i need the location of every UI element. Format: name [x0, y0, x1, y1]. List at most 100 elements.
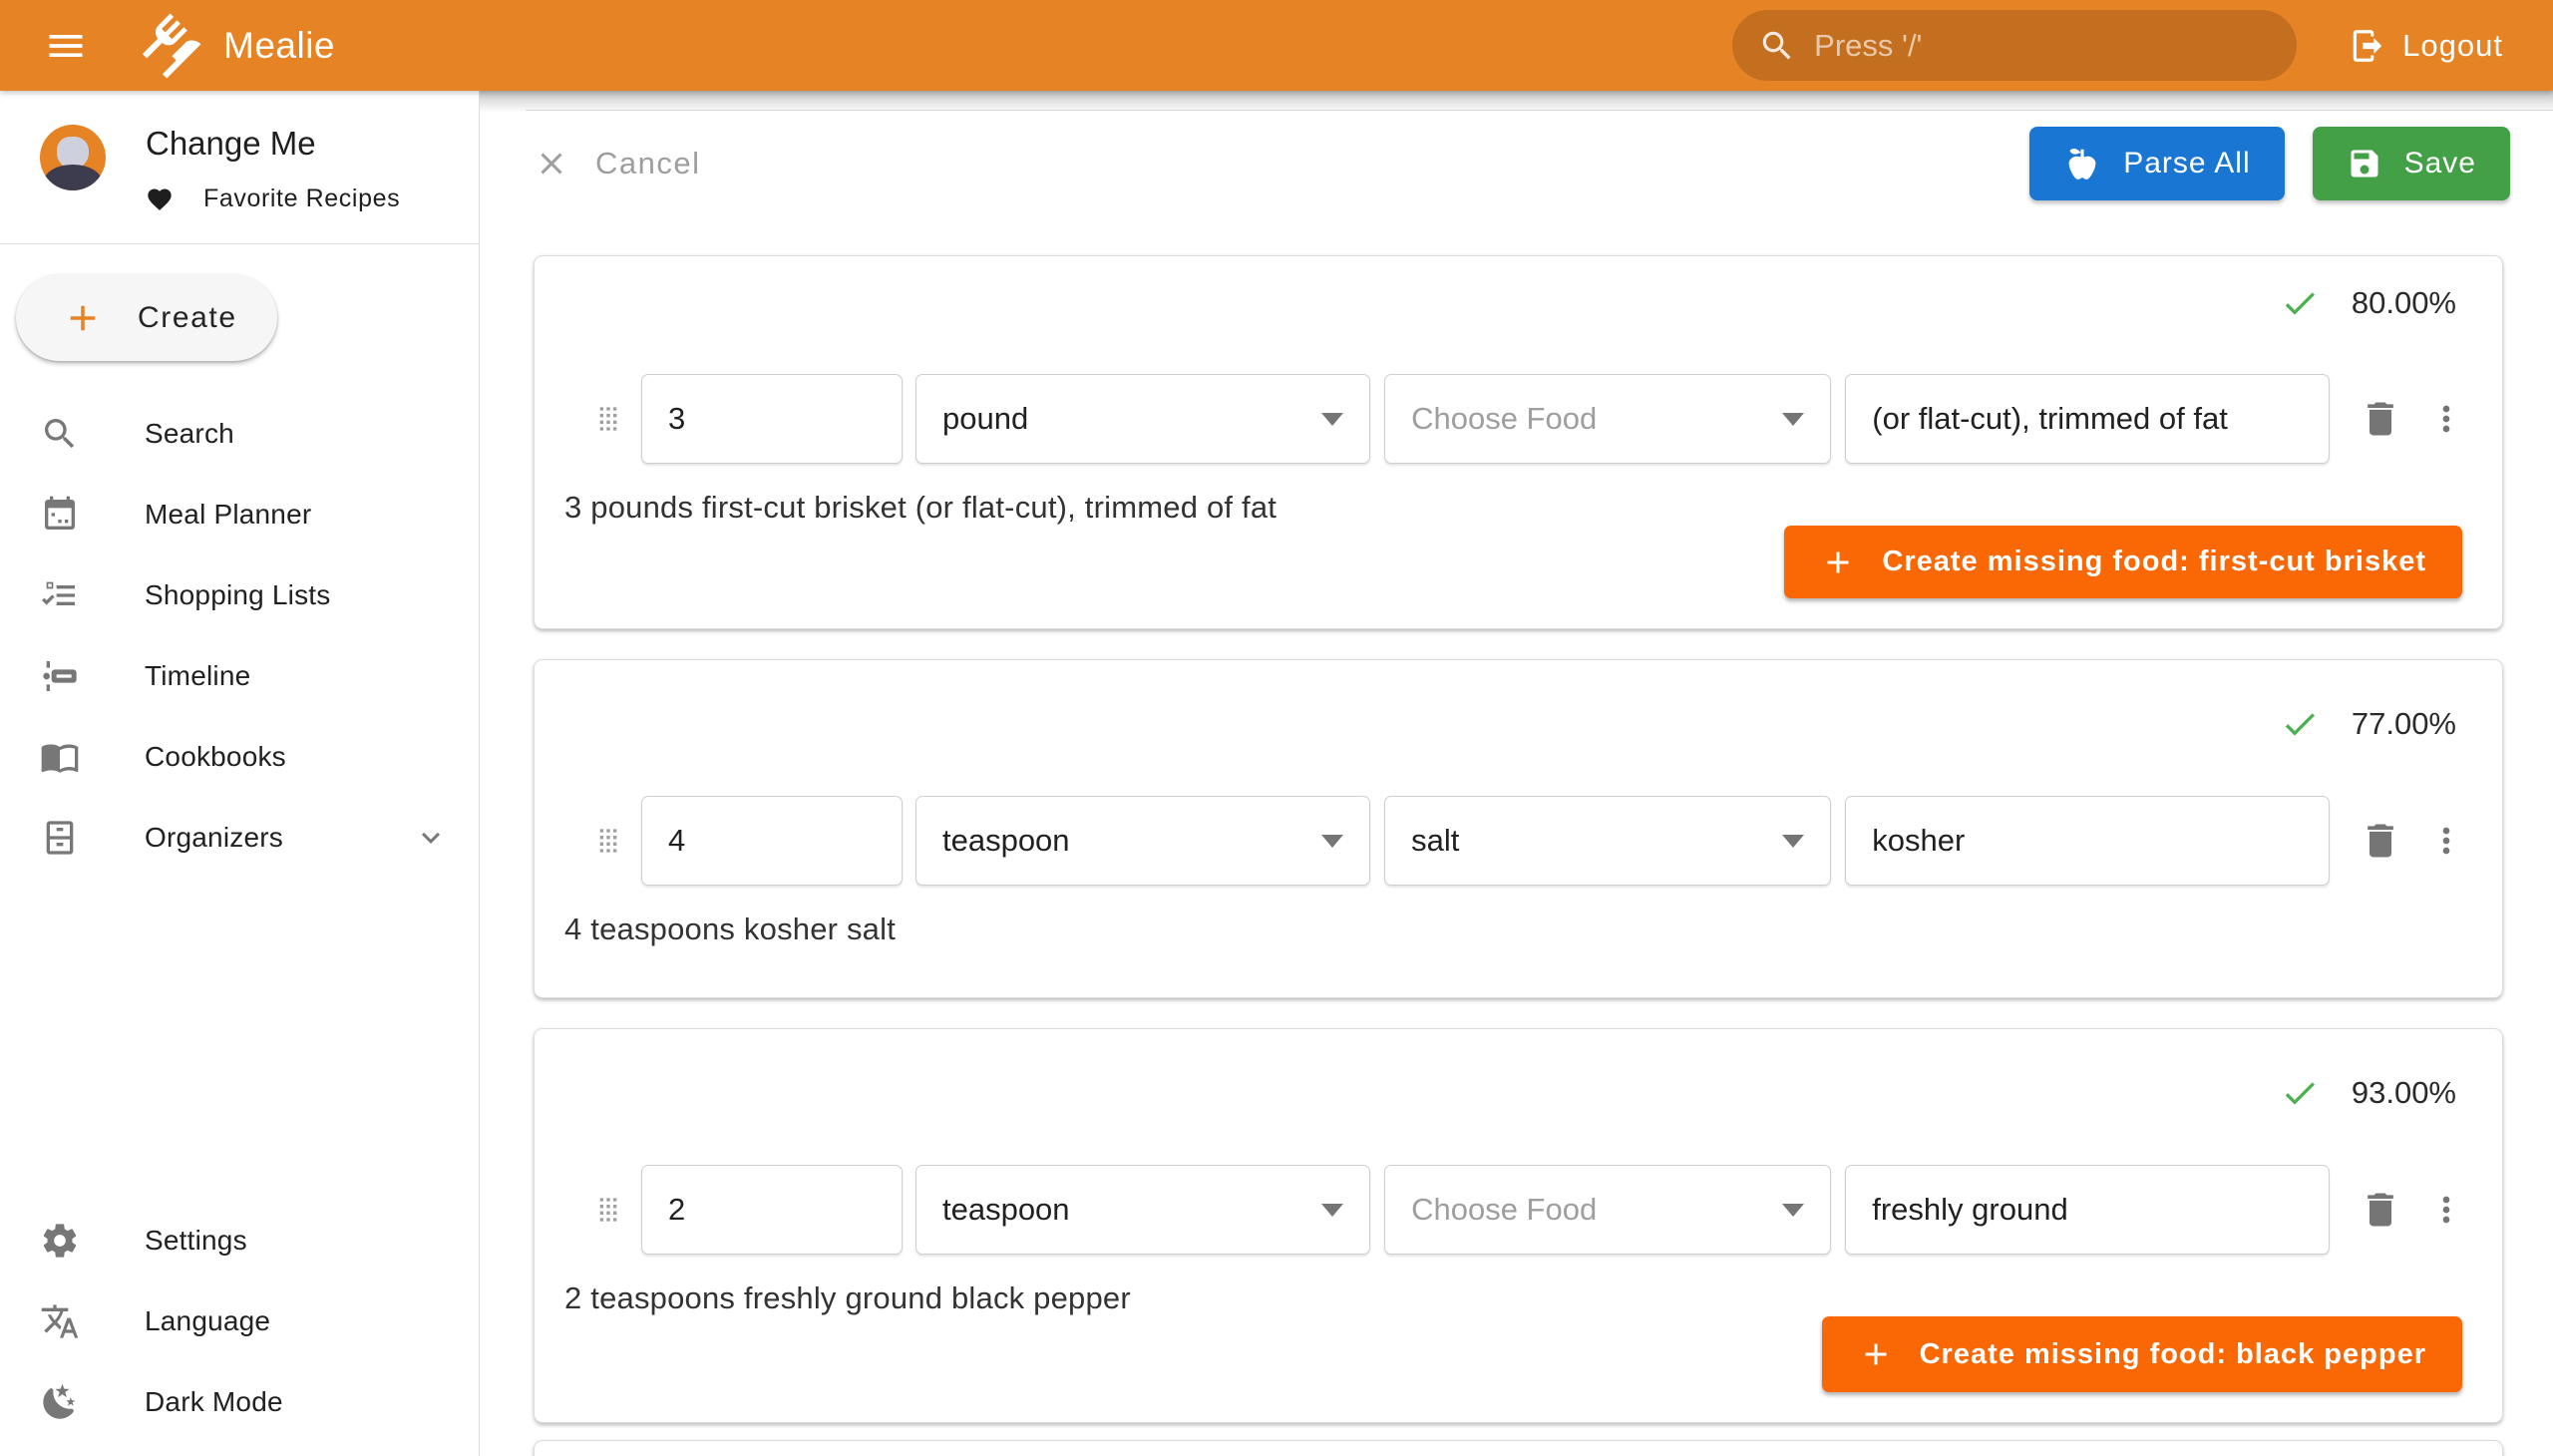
quantity-field[interactable] — [641, 796, 903, 886]
sidebar-item-cookbooks[interactable]: Cookbooks — [0, 716, 479, 797]
original-ingredient-text: 2 teaspoons freshly ground black pepper — [564, 1280, 2472, 1316]
unit-select[interactable]: pound — [915, 374, 1370, 464]
delete-ingredient-button[interactable] — [2352, 1188, 2408, 1232]
search-input[interactable] — [1814, 28, 2271, 64]
parse-all-button[interactable]: Parse All — [2029, 127, 2284, 200]
menu-icon — [44, 24, 88, 68]
food-select[interactable]: Choose Food — [1384, 1165, 1831, 1255]
logout-label: Logout — [2402, 28, 2503, 64]
sidebar-item-favorite-recipes[interactable]: Favorite Recipes — [146, 184, 400, 213]
create-missing-food-button[interactable]: Create missing food: black pepper — [1822, 1316, 2462, 1392]
app-title: Mealie — [223, 25, 335, 67]
global-search[interactable] — [1732, 10, 2297, 81]
checklist-icon — [40, 575, 80, 615]
quantity-input[interactable] — [668, 823, 876, 859]
check-icon — [2280, 283, 2320, 323]
sidebar-item-shopping-lists[interactable]: Shopping Lists — [0, 554, 479, 635]
quantity-field[interactable] — [641, 374, 903, 464]
confidence-value: 80.00% — [2352, 285, 2456, 321]
sheet-top-border — [526, 110, 2553, 111]
row-menu-button[interactable] — [2421, 399, 2473, 439]
kebab-menu-icon — [2426, 1190, 2466, 1230]
sidebar-item-meal-planner[interactable]: Meal Planner — [0, 474, 479, 554]
dropdown-arrow-icon — [1321, 835, 1343, 848]
create-label: Create — [138, 301, 237, 335]
save-label: Save — [2404, 147, 2476, 181]
row-menu-button[interactable] — [2421, 821, 2473, 861]
sidebar-item-dark-mode[interactable]: Dark Mode — [0, 1361, 479, 1442]
quantity-field[interactable] — [641, 1165, 903, 1255]
food-placeholder: Choose Food — [1411, 1192, 1597, 1228]
create-missing-food-button[interactable]: Create missing food: first-cut brisket — [1784, 526, 2462, 598]
unit-select[interactable]: teaspoon — [915, 1165, 1370, 1255]
kebab-menu-icon — [2426, 821, 2466, 861]
confidence-value: 93.00% — [2352, 1075, 2456, 1111]
delete-ingredient-button[interactable] — [2352, 397, 2408, 441]
dropdown-arrow-icon — [1782, 413, 1804, 426]
dropdown-arrow-icon — [1782, 835, 1804, 848]
hamburger-menu-button[interactable] — [34, 14, 98, 78]
note-field[interactable] — [1845, 1165, 2330, 1255]
sidebar-divider — [0, 243, 479, 244]
note-field[interactable] — [1845, 796, 2330, 886]
user-name: Change Me — [146, 125, 400, 163]
note-input[interactable] — [1872, 823, 2303, 859]
plus-icon — [1820, 545, 1856, 580]
ingredient-card-list: 80.00% pound Choose Food — [480, 255, 2553, 1456]
sidebar-item-label: Search — [145, 418, 234, 450]
ingredient-fields-row: teaspoon Choose Food — [564, 1165, 2472, 1255]
plus-icon — [1858, 1336, 1894, 1372]
search-icon — [1758, 27, 1796, 65]
row-menu-button[interactable] — [2421, 1190, 2473, 1230]
confidence-row: 93.00% — [564, 1071, 2472, 1115]
confidence-row: 77.00% — [564, 702, 2472, 746]
food-select[interactable]: Choose Food — [1384, 374, 1831, 464]
note-input[interactable] — [1872, 401, 2303, 437]
unit-value: teaspoon — [942, 1192, 1070, 1228]
user-profile[interactable]: Change Me Favorite Recipes — [0, 91, 479, 243]
favorites-label: Favorite Recipes — [203, 184, 400, 213]
food-select[interactable]: salt — [1384, 796, 1831, 886]
check-icon — [2280, 1073, 2320, 1113]
drag-handle-icon[interactable] — [588, 1190, 628, 1230]
sidebar-item-settings[interactable]: Settings — [0, 1200, 479, 1280]
heart-icon — [146, 185, 174, 213]
quantity-input[interactable] — [668, 401, 876, 437]
timeline-icon — [40, 656, 80, 696]
food-placeholder: Choose Food — [1411, 401, 1597, 437]
avatar[interactable] — [40, 125, 106, 190]
create-button[interactable]: Create — [16, 274, 277, 361]
sidebar-item-search[interactable]: Search — [0, 393, 479, 474]
sidebar-item-language[interactable]: Language — [0, 1280, 479, 1361]
unit-select[interactable]: teaspoon — [915, 796, 1370, 886]
delete-ingredient-button[interactable] — [2352, 819, 2408, 863]
parser-toolbar: Cancel Parse All Save — [480, 127, 2553, 200]
save-button[interactable]: Save — [2313, 127, 2510, 200]
save-icon — [2347, 146, 2382, 182]
ingredient-fields-row: pound Choose Food — [564, 374, 2472, 464]
original-ingredient-text: 4 teaspoons kosher salt — [564, 911, 2472, 947]
original-ingredient-text: 3 pounds first-cut brisket (or flat-cut)… — [564, 490, 2472, 526]
sidebar-item-organizers[interactable]: Organizers — [0, 797, 479, 878]
sidebar: Change Me Favorite Recipes Create Search… — [0, 91, 480, 1456]
ingredient-fields-row: teaspoon salt — [564, 796, 2472, 886]
ingredient-card: 80.00% pound Choose Food — [534, 255, 2503, 629]
cancel-button[interactable]: Cancel — [534, 146, 701, 182]
sidebar-item-label: Shopping Lists — [145, 579, 330, 611]
confidence-row: 80.00% — [564, 282, 2472, 324]
book-open-icon — [40, 737, 80, 777]
sidebar-item-label: Settings — [145, 1225, 247, 1257]
dropdown-arrow-icon — [1321, 413, 1343, 426]
drag-handle-icon[interactable] — [588, 821, 628, 861]
create-missing-food-label: Create missing food: first-cut brisket — [1882, 546, 2426, 578]
sidebar-item-timeline[interactable]: Timeline — [0, 635, 479, 716]
note-field[interactable] — [1845, 374, 2330, 464]
sidebar-nav: Search Meal Planner Shopping Lists Timel… — [0, 393, 479, 878]
ingredient-card-partial — [534, 1440, 2503, 1456]
plus-icon — [62, 297, 104, 339]
logout-button[interactable]: Logout — [2339, 15, 2513, 77]
unit-value: pound — [942, 401, 1028, 437]
drag-handle-icon[interactable] — [588, 399, 628, 439]
note-input[interactable] — [1872, 1192, 2303, 1228]
quantity-input[interactable] — [668, 1192, 876, 1228]
